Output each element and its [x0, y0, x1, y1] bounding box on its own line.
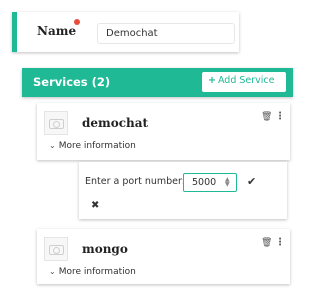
- chevron-down-icon: ⌄: [49, 141, 56, 150]
- camera-icon[interactable]: [44, 111, 68, 135]
- trash-icon[interactable]: 🗑: [261, 112, 272, 122]
- chevron-down-icon: ⌄: [49, 267, 56, 276]
- more-information-toggle[interactable]: ⌄ More information: [49, 141, 136, 151]
- port-label: Enter a port number:: [85, 176, 185, 187]
- check-icon[interactable]: ✔: [247, 175, 256, 188]
- service-card-mongo: mongo 🗑 ⋮ ⌄ More information: [37, 229, 290, 284]
- add-service-button[interactable]: + Add Service: [202, 72, 286, 92]
- name-input[interactable]: Demochat: [97, 23, 235, 44]
- trash-icon[interactable]: 🗑: [261, 238, 272, 248]
- kebab-menu-icon[interactable]: ⋮: [275, 111, 285, 122]
- more-information-toggle[interactable]: ⌄ More information: [49, 267, 136, 277]
- name-label: Name: [37, 24, 77, 38]
- service-card-demochat: demochat 🗑 ⋮ ⌄ More information: [37, 103, 290, 160]
- port-value: 5000: [192, 177, 217, 188]
- required-indicator: [74, 19, 80, 25]
- more-information-label: More information: [58, 141, 136, 151]
- add-service-label: Add Service: [217, 75, 275, 86]
- more-information-label: More information: [58, 267, 136, 277]
- service-name: demochat: [82, 116, 149, 130]
- name-card: Name Demochat: [12, 12, 239, 52]
- services-header: Services (2) + Add Service: [22, 68, 293, 97]
- port-editor: Enter a port number: 5000 ▲ ▼ ✔ ✖: [79, 162, 287, 219]
- kebab-menu-icon[interactable]: ⋮: [275, 237, 285, 248]
- services-title: Services (2): [33, 75, 111, 89]
- camera-icon[interactable]: [44, 237, 68, 261]
- service-name: mongo: [82, 242, 128, 256]
- port-input[interactable]: 5000 ▲ ▼: [183, 173, 237, 192]
- port-stepper[interactable]: ▲ ▼: [225, 177, 230, 188]
- close-icon[interactable]: ✖: [91, 200, 99, 211]
- plus-icon: +: [208, 75, 216, 86]
